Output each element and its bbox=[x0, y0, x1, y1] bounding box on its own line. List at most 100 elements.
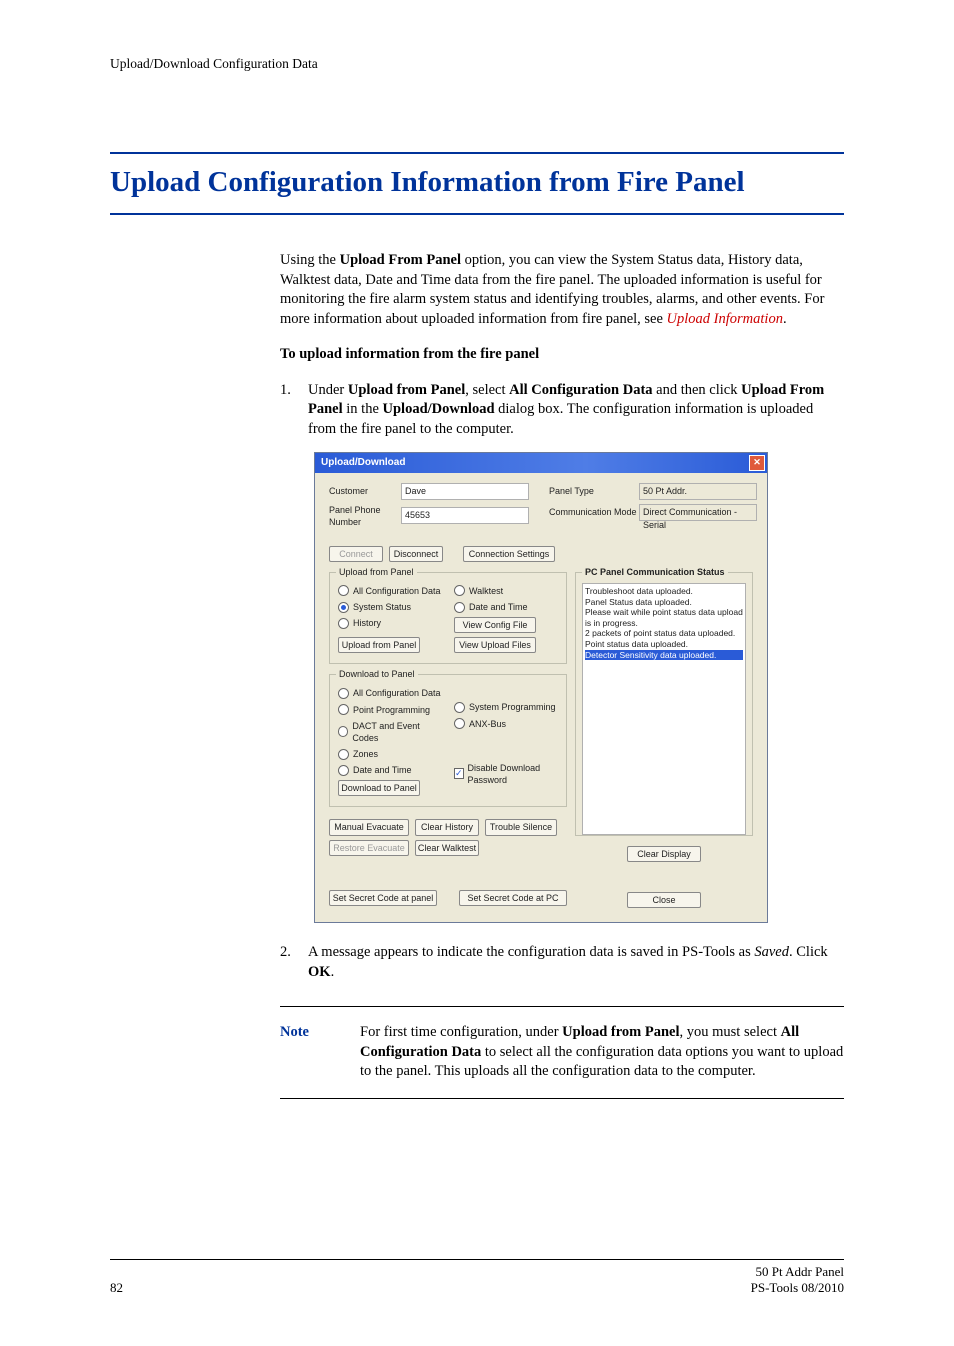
text: A message appears to indicate the config… bbox=[308, 944, 754, 960]
text: , you must select bbox=[680, 1024, 781, 1040]
text-italic: Saved bbox=[754, 944, 789, 960]
radio-label: Point Programming bbox=[353, 704, 430, 716]
radio-label: Date and Time bbox=[353, 764, 412, 776]
radio-dl-all-config[interactable] bbox=[338, 688, 349, 699]
set-secret-code-panel-button[interactable]: Set Secret Code at panel bbox=[329, 890, 437, 906]
text: . bbox=[331, 964, 335, 980]
link-upload-information[interactable]: Upload Information bbox=[667, 311, 783, 327]
pc-panel-comm-status-group: PC Panel Communication Status Troublesho… bbox=[575, 572, 753, 836]
status-line: Please wait while point status data uplo… bbox=[585, 607, 743, 628]
text-bold: Upload/Download bbox=[383, 401, 495, 417]
view-upload-files-button[interactable]: View Upload Files bbox=[454, 637, 536, 653]
comm-mode-field: Direct Communication - Serial bbox=[639, 504, 757, 521]
connection-settings-button[interactable]: Connection Settings bbox=[463, 546, 555, 562]
text: . bbox=[783, 311, 787, 327]
radio-all-config[interactable] bbox=[338, 585, 349, 596]
radio-label: Date and Time bbox=[469, 601, 528, 613]
radio-label: All Configuration Data bbox=[353, 585, 441, 597]
close-button[interactable]: Close bbox=[627, 892, 701, 908]
group-title: Upload from Panel bbox=[336, 566, 417, 578]
radio-label: All Configuration Data bbox=[353, 687, 441, 699]
radio-system-programming[interactable] bbox=[454, 702, 465, 713]
manual-evacuate-button[interactable]: Manual Evacuate bbox=[329, 819, 409, 835]
note-block: Note For first time configuration, under… bbox=[280, 1006, 844, 1099]
upload-download-dialog: Upload/Download ✕ Customer Dave Panel Ph… bbox=[314, 452, 768, 924]
customer-field[interactable]: Dave bbox=[401, 483, 529, 500]
step-text: Under Upload from Panel, select All Conf… bbox=[308, 381, 844, 440]
step-number: 2. bbox=[280, 943, 308, 982]
radio-label: Zones bbox=[353, 748, 378, 760]
trouble-silence-button[interactable]: Trouble Silence bbox=[485, 819, 557, 835]
page-number: 82 bbox=[110, 1280, 123, 1296]
label-comm-mode: Communication Mode bbox=[549, 506, 639, 518]
upload-from-panel-group: Upload from Panel All Configuration Data… bbox=[329, 572, 567, 665]
text-bold: OK bbox=[308, 964, 331, 980]
status-line: Panel Status data uploaded. bbox=[585, 597, 743, 608]
text: Under bbox=[308, 382, 348, 398]
label-phone: Panel Phone Number bbox=[329, 504, 401, 528]
checkbox-label: Disable Download Password bbox=[468, 762, 558, 786]
clear-walktest-button[interactable]: Clear Walktest bbox=[415, 840, 479, 856]
upload-from-panel-button[interactable]: Upload from Panel bbox=[338, 637, 420, 653]
disconnect-button[interactable]: Disconnect bbox=[389, 546, 443, 562]
text: . Click bbox=[789, 944, 828, 960]
group-title: Download to Panel bbox=[336, 668, 418, 680]
radio-label: System Status bbox=[353, 601, 411, 613]
note-text: For first time configuration, under Uplo… bbox=[360, 1023, 844, 1082]
radio-anx-bus[interactable] bbox=[454, 718, 465, 729]
text: For first time configuration, under bbox=[360, 1024, 562, 1040]
radio-label: History bbox=[353, 617, 381, 629]
radio-label: DACT and Event Codes bbox=[352, 720, 442, 744]
radio-walktest[interactable] bbox=[454, 585, 465, 596]
footer-product: 50 Pt Addr Panel bbox=[751, 1264, 844, 1280]
radio-zones[interactable] bbox=[338, 749, 349, 760]
step-number: 1. bbox=[280, 381, 308, 440]
status-title: PC Panel Communication Status bbox=[582, 566, 728, 578]
radio-label: Walktest bbox=[469, 585, 503, 597]
text: and then click bbox=[653, 382, 742, 398]
radio-point-programming[interactable] bbox=[338, 704, 349, 715]
radio-label: System Programming bbox=[469, 701, 556, 713]
text-bold: All Configuration Data bbox=[509, 382, 652, 398]
note-label: Note bbox=[280, 1023, 336, 1082]
view-config-file-button[interactable]: View Config File bbox=[454, 617, 536, 633]
phone-field[interactable]: 45653 bbox=[401, 507, 529, 524]
page-footer: 82 50 Pt Addr Panel PS-Tools 08/2010 bbox=[110, 1259, 844, 1296]
text-bold: Upload from Panel bbox=[562, 1024, 679, 1040]
label-customer: Customer bbox=[329, 485, 401, 497]
clear-display-button[interactable]: Clear Display bbox=[627, 846, 701, 862]
status-line: Point status data uploaded. bbox=[585, 639, 743, 650]
text: , select bbox=[465, 382, 509, 398]
subheading: To upload information from the fire pane… bbox=[280, 345, 844, 365]
radio-system-status[interactable] bbox=[338, 602, 349, 613]
text: Using the bbox=[280, 252, 340, 268]
status-line-highlighted: Detector Sensitivity data uploaded. bbox=[585, 650, 743, 661]
restore-evacuate-button[interactable]: Restore Evacuate bbox=[329, 840, 409, 856]
dialog-titlebar: Upload/Download ✕ bbox=[315, 453, 767, 473]
set-secret-code-pc-button[interactable]: Set Secret Code at PC bbox=[459, 890, 567, 906]
radio-dact[interactable] bbox=[338, 726, 348, 737]
connect-button[interactable]: Connect bbox=[329, 546, 383, 562]
disable-download-password-checkbox[interactable] bbox=[454, 768, 464, 779]
intro-paragraph: Using the Upload From Panel option, you … bbox=[280, 251, 844, 329]
radio-date-time[interactable] bbox=[454, 602, 465, 613]
dialog-title: Upload/Download bbox=[321, 456, 405, 470]
label-panel-type: Panel Type bbox=[549, 485, 639, 497]
close-icon[interactable]: ✕ bbox=[749, 455, 765, 471]
status-line: Troubleshoot data uploaded. bbox=[585, 586, 743, 597]
radio-history[interactable] bbox=[338, 618, 349, 629]
radio-label: ANX-Bus bbox=[469, 718, 506, 730]
text: in the bbox=[343, 401, 383, 417]
running-header: Upload/Download Configuration Data bbox=[110, 56, 844, 72]
download-to-panel-button[interactable]: Download to Panel bbox=[338, 780, 420, 796]
text-bold: Upload From Panel bbox=[340, 252, 461, 268]
download-to-panel-group: Download to Panel All Configuration Data… bbox=[329, 674, 567, 807]
step-text: A message appears to indicate the config… bbox=[308, 943, 844, 982]
status-textbox: Troubleshoot data uploaded. Panel Status… bbox=[582, 583, 746, 835]
footer-tool-date: PS-Tools 08/2010 bbox=[751, 1280, 844, 1296]
text-bold: Upload from Panel bbox=[348, 382, 465, 398]
panel-type-field: 50 Pt Addr. bbox=[639, 483, 757, 500]
clear-history-button[interactable]: Clear History bbox=[415, 819, 479, 835]
radio-dl-date-time[interactable] bbox=[338, 765, 349, 776]
status-line: 2 packets of point status data uploaded. bbox=[585, 628, 743, 639]
